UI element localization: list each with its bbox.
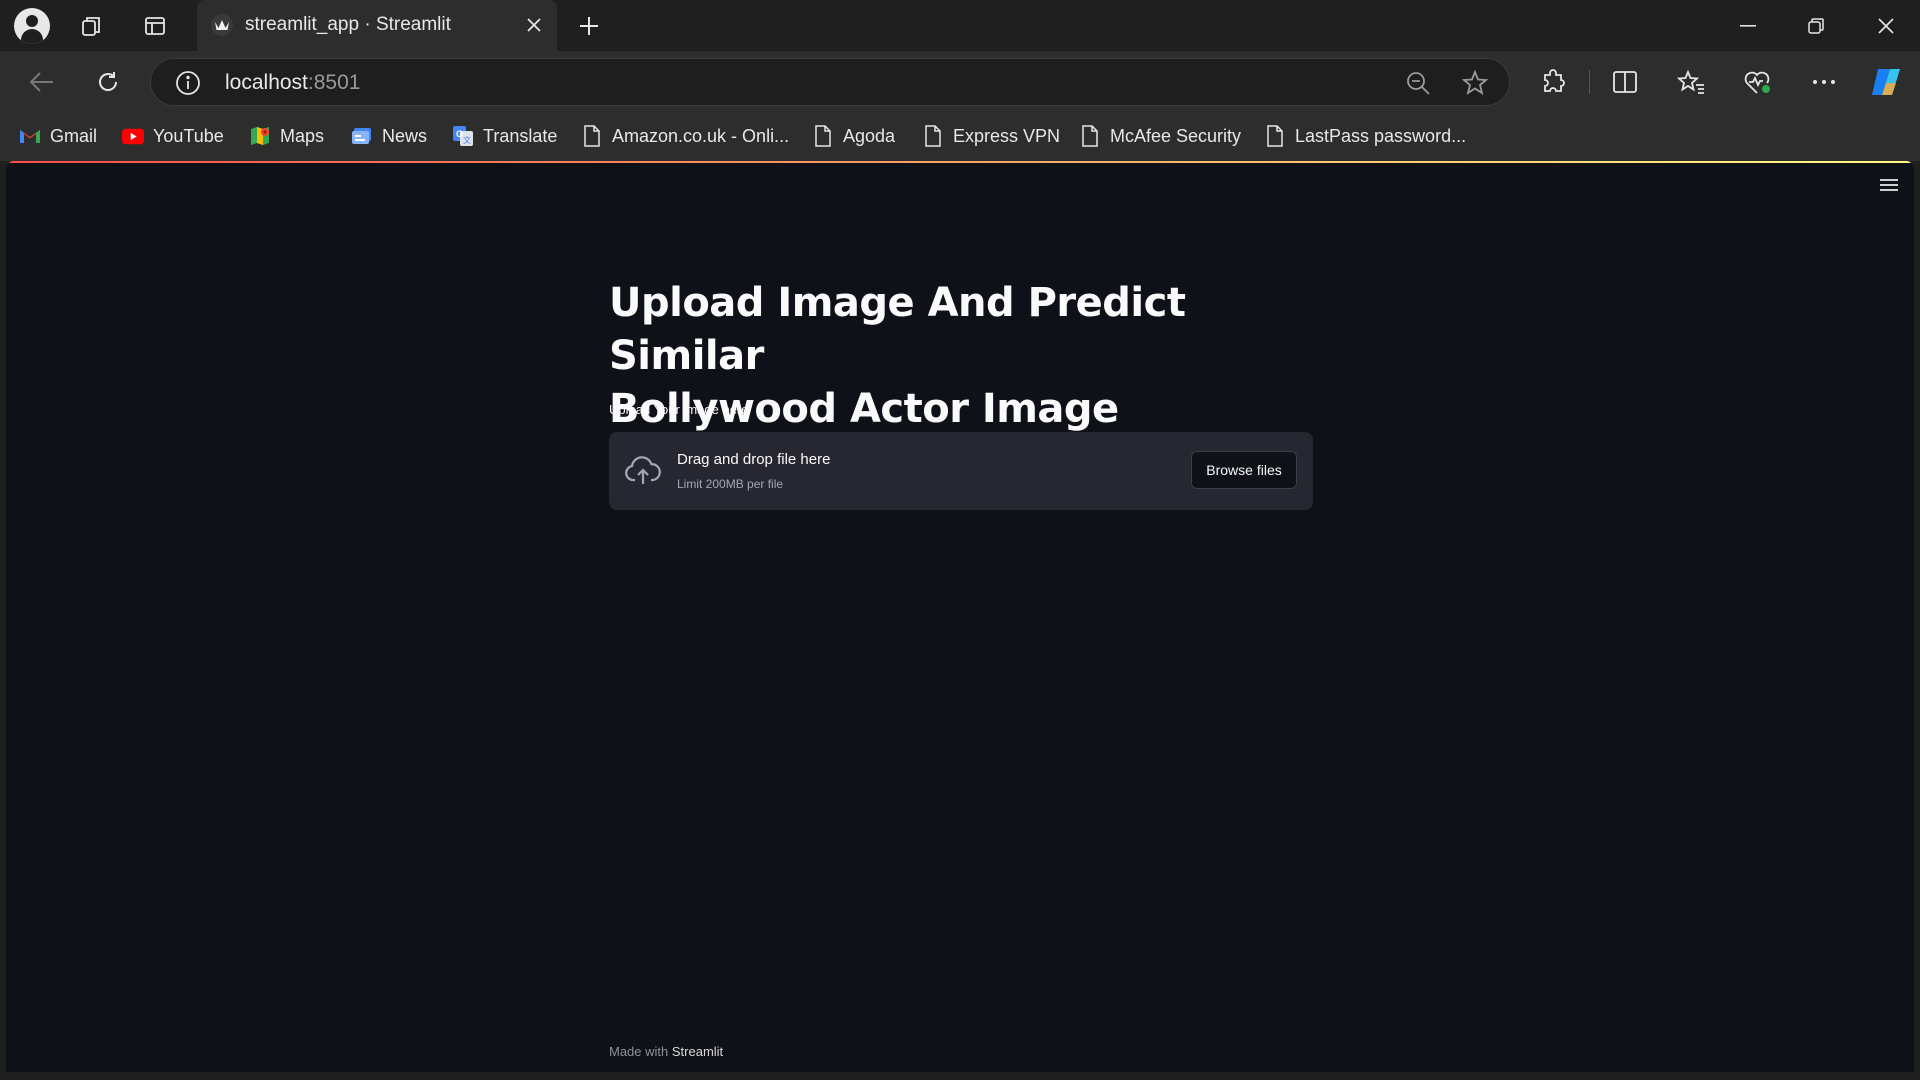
main-menu-icon[interactable] [1880, 179, 1898, 193]
footer: Made with Streamlit [609, 1044, 723, 1059]
back-arrow-icon[interactable] [24, 64, 60, 100]
browse-files-button[interactable]: Browse files [1191, 451, 1297, 489]
dropzone-title: Drag and drop file here [677, 451, 831, 468]
bookmark-news[interactable]: News [351, 123, 427, 149]
page-icon [812, 125, 834, 147]
site-info-icon[interactable] [175, 70, 201, 101]
page-icon [581, 125, 603, 147]
zoom-out-icon[interactable] [1405, 70, 1431, 101]
bookmarks-bar: Gmail YouTube Maps News G文 Translate Ama… [0, 111, 1920, 161]
extensions-icon[interactable] [1535, 64, 1571, 100]
reload-icon[interactable] [90, 64, 126, 100]
copilot-icon[interactable] [1868, 64, 1904, 100]
page-icon [1264, 125, 1286, 147]
close-tab-icon[interactable] [521, 12, 547, 38]
toolbar-divider [1589, 70, 1590, 94]
footer-prefix: Made with [609, 1044, 669, 1059]
new-tab-icon[interactable] [572, 9, 606, 43]
restore-icon[interactable] [1788, 6, 1844, 46]
bookmark-agoda[interactable]: Agoda [812, 123, 895, 149]
bookmark-youtube[interactable]: YouTube [122, 123, 224, 149]
page-viewport: Upload Image And Predict Similar Bollywo… [6, 161, 1914, 1072]
youtube-icon [122, 125, 144, 147]
maps-icon [249, 125, 271, 147]
news-icon [351, 125, 373, 147]
bookmark-mcafee[interactable]: McAfee Security [1079, 123, 1241, 149]
bookmark-lastpass[interactable]: LastPass password... [1264, 123, 1466, 149]
svg-text:文: 文 [463, 135, 471, 145]
streamlit-crown-icon [211, 14, 233, 36]
page-icon [1079, 125, 1101, 147]
dropzone-limit: Limit 200MB per file [677, 477, 784, 491]
url-text: localhost:8501 [225, 71, 361, 94]
collections-icon[interactable] [74, 8, 110, 44]
tab-actions-icon[interactable] [137, 8, 173, 44]
page-icon [922, 125, 944, 147]
split-screen-icon[interactable] [1607, 64, 1643, 100]
favorites-list-icon[interactable] [1673, 64, 1709, 100]
translate-icon: G文 [452, 125, 474, 147]
bookmark-express-vpn[interactable]: Express VPN [922, 123, 1060, 149]
favorite-star-icon[interactable] [1461, 69, 1489, 102]
minimize-icon[interactable] [1720, 6, 1776, 46]
browser-titlebar: streamlit_app · Streamlit [0, 0, 1920, 51]
svg-text:G: G [456, 129, 463, 139]
cloud-upload-icon [624, 454, 662, 488]
bookmark-gmail[interactable]: Gmail [19, 123, 97, 149]
browser-toolbar: localhost:8501 [0, 51, 1920, 111]
streamlit-decoration-bar [6, 161, 1914, 163]
profile-avatar[interactable] [14, 8, 50, 44]
more-options-icon[interactable] [1806, 64, 1842, 100]
file-dropzone[interactable]: Drag and drop file here Limit 200MB per … [609, 432, 1313, 510]
page-title-line-1: Upload Image And Predict Similar [609, 280, 1186, 379]
tab-streamlit-app[interactable]: streamlit_app · Streamlit [197, 0, 557, 51]
gmail-icon [19, 125, 41, 147]
close-window-icon[interactable] [1858, 6, 1914, 46]
browser-essentials-icon[interactable] [1740, 64, 1776, 100]
bookmark-amazon[interactable]: Amazon.co.uk - Onli... [581, 123, 789, 149]
address-bar[interactable]: localhost:8501 [150, 58, 1510, 106]
footer-streamlit-link[interactable]: Streamlit [672, 1044, 723, 1059]
tab-title: streamlit_app · Streamlit [245, 14, 451, 35]
bookmark-translate[interactable]: G文 Translate [452, 123, 557, 149]
file-uploader-label: Upload Your image here [609, 402, 749, 417]
bookmark-maps[interactable]: Maps [249, 123, 324, 149]
